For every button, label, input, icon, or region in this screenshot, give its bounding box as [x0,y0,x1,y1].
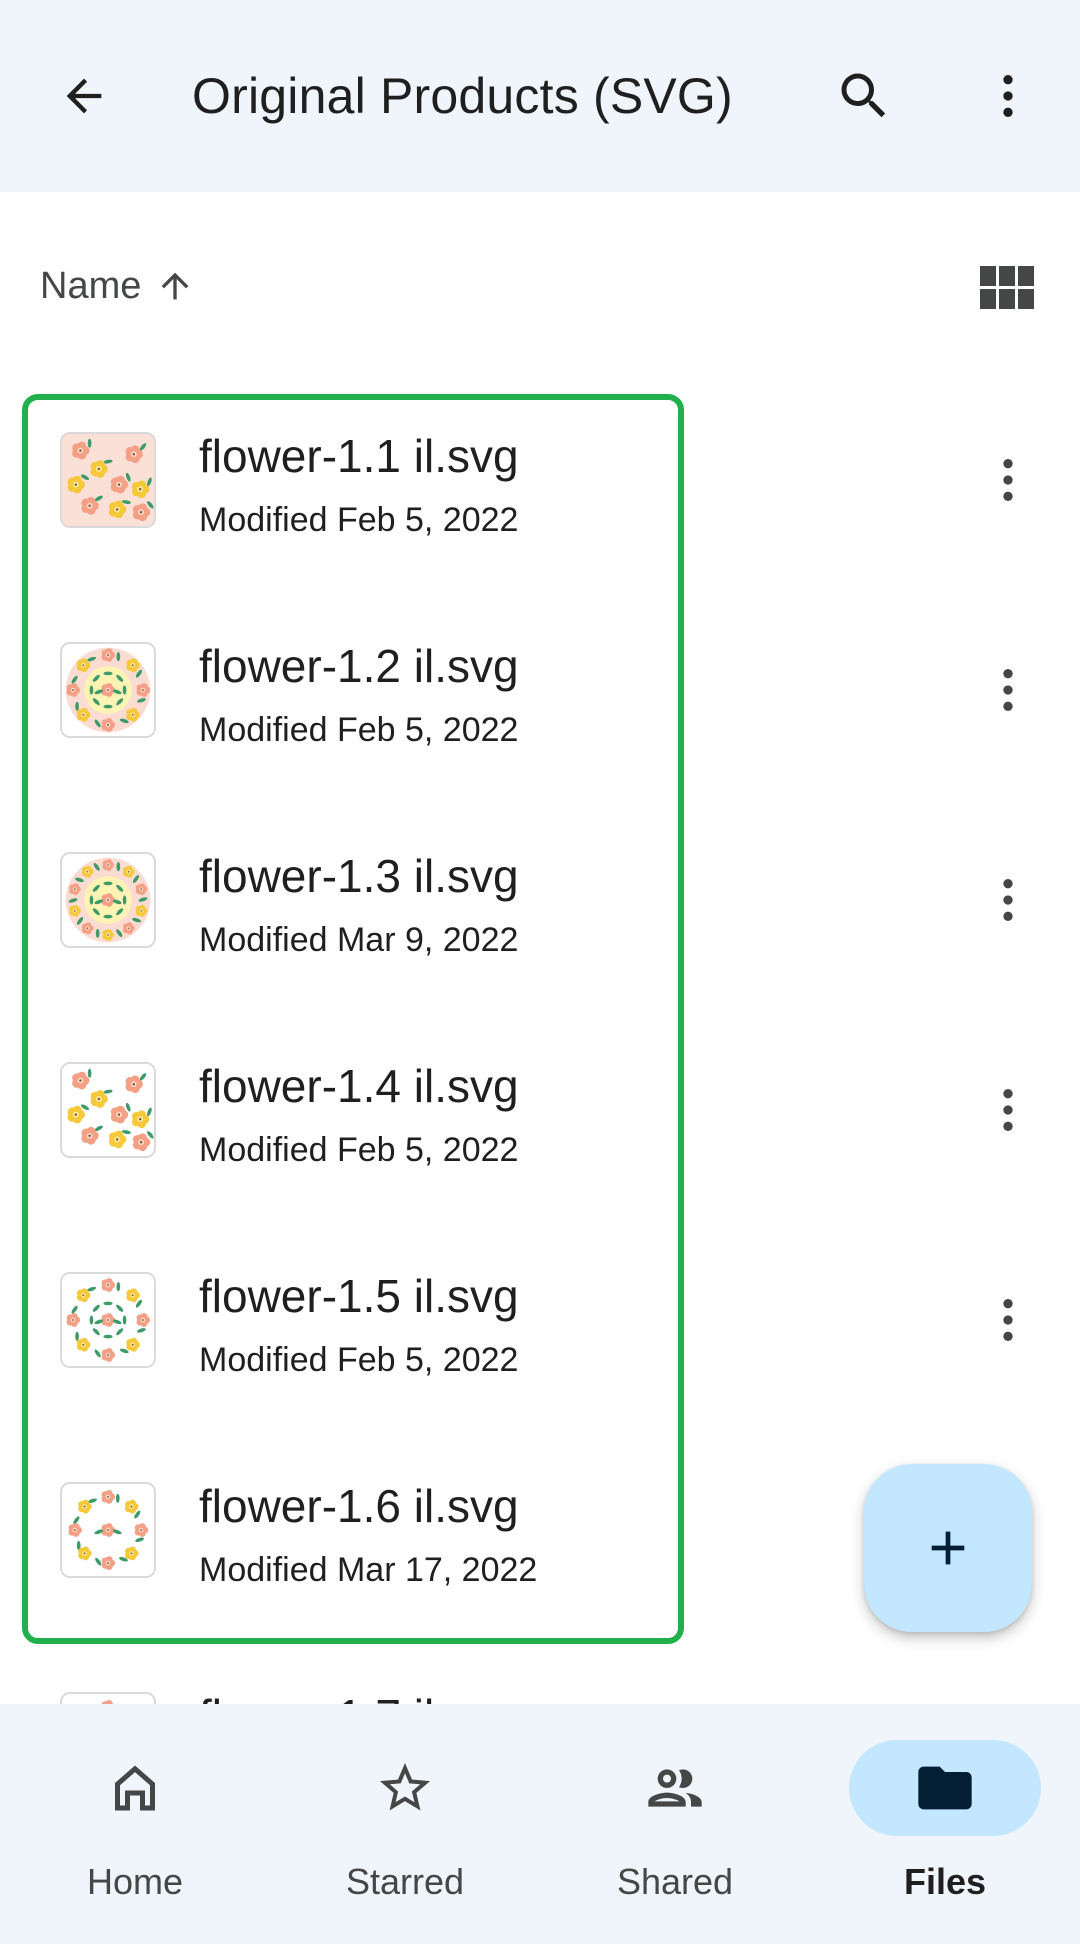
shared-people-icon [648,1769,702,1807]
flower-pattern-thumbnail-icon [62,434,154,526]
add-icon [931,1531,965,1565]
more-options-button[interactable] [968,56,1048,136]
file-modified-date: Modified Mar 17, 2022 [199,1551,538,1589]
nav-pill [579,1740,771,1836]
file-more-options-button[interactable] [968,860,1048,940]
file-thumbnail [60,1482,156,1578]
flower-pattern-thumbnail-icon [62,1694,154,1704]
grid-view-icon [980,266,1034,309]
file-name: flower-1.1 il.svg [199,432,519,482]
nav-label-shared: Shared [616,1861,734,1902]
star-icon [380,1763,430,1811]
nav-item-shared[interactable]: Shared [540,1704,810,1944]
file-modified-date: Modified Feb 5, 2022 [199,1131,519,1169]
file-name: flower-1.4 il.svg [199,1060,519,1112]
sort-label: Name [40,264,142,307]
file-more-options-button[interactable] [968,650,1048,730]
file-row[interactable]: flower-1.2 il.svg Modified Feb 5, 2022 [0,640,1080,852]
nav-pill-active [849,1740,1041,1836]
more-vert-icon [1003,1089,1013,1131]
file-modified-date: Modified Feb 5, 2022 [199,1341,519,1379]
folder-icon [918,1766,972,1810]
file-more-options-button[interactable] [968,440,1048,520]
nav-item-home[interactable]: Home [0,1704,270,1944]
new-file-fab[interactable] [864,1464,1032,1632]
file-modified-date: Modified Mar 9, 2022 [199,921,519,959]
file-row[interactable]: flower-1.1 il.svg Modified Feb 5, 2022 [0,432,1080,642]
search-icon [841,73,886,118]
nav-label-starred: Starred [345,1861,465,1902]
sort-by-name-button[interactable]: Name [40,256,195,316]
file-name: flower-1.3 il.svg [199,850,519,902]
more-vert-icon [1003,459,1013,501]
more-vert-icon [1003,1299,1013,1341]
flower-pattern-thumbnail-icon [62,854,154,946]
more-vert-icon [1003,75,1013,117]
nav-pill [309,1740,501,1836]
more-vert-icon [1003,669,1013,711]
file-thumbnail [60,852,156,948]
file-name: flower-1.2 il.svg [199,640,519,692]
bottom-navigation: Home Starred Shared Files [0,1704,1080,1944]
file-thumbnail [60,642,156,738]
home-icon [115,1765,155,1811]
nav-item-files[interactable]: Files [810,1704,1080,1944]
search-button[interactable] [824,56,904,136]
arrow-upward-icon [162,272,189,300]
flower-pattern-thumbnail-icon [62,1274,154,1366]
file-more-options-button[interactable] [968,1070,1048,1150]
file-name: flower-1.5 il.svg [199,1270,519,1322]
nav-label-files: Files [903,1861,987,1902]
top-app-bar: Original Products (SVG) [0,0,1080,192]
flower-pattern-thumbnail-icon [62,644,154,736]
nav-pill [39,1740,231,1836]
file-thumbnail [60,1692,156,1704]
back-button[interactable] [44,56,124,136]
file-modified-date: Modified Feb 5, 2022 [199,711,519,749]
file-row[interactable]: flower-1.3 il.svg Modified Mar 9, 2022 [0,850,1080,1062]
nav-label-home: Home [86,1861,184,1902]
file-thumbnail [60,1062,156,1158]
more-vert-icon [1003,879,1013,921]
file-row[interactable]: flower-1.4 il.svg Modified Feb 5, 2022 [0,1060,1080,1272]
file-name: flower-1.7 il.svg [199,1688,519,1704]
file-row[interactable]: flower-1.7 il.svg [0,1690,1080,1704]
arrow-back-icon [66,78,102,114]
file-row[interactable]: flower-1.5 il.svg Modified Feb 5, 2022 [0,1270,1080,1482]
nav-item-starred[interactable]: Starred [270,1704,540,1944]
file-thumbnail [60,432,156,528]
flower-pattern-thumbnail-icon [62,1484,154,1576]
file-more-options-button[interactable] [968,1280,1048,1360]
file-name: flower-1.6 il.svg [199,1480,519,1532]
flower-pattern-thumbnail-icon [62,1064,154,1156]
file-thumbnail [60,1272,156,1368]
file-modified-date: Modified Feb 5, 2022 [199,501,519,539]
page-title: Original Products (SVG) [192,68,733,124]
grid-view-toggle[interactable] [968,248,1048,328]
